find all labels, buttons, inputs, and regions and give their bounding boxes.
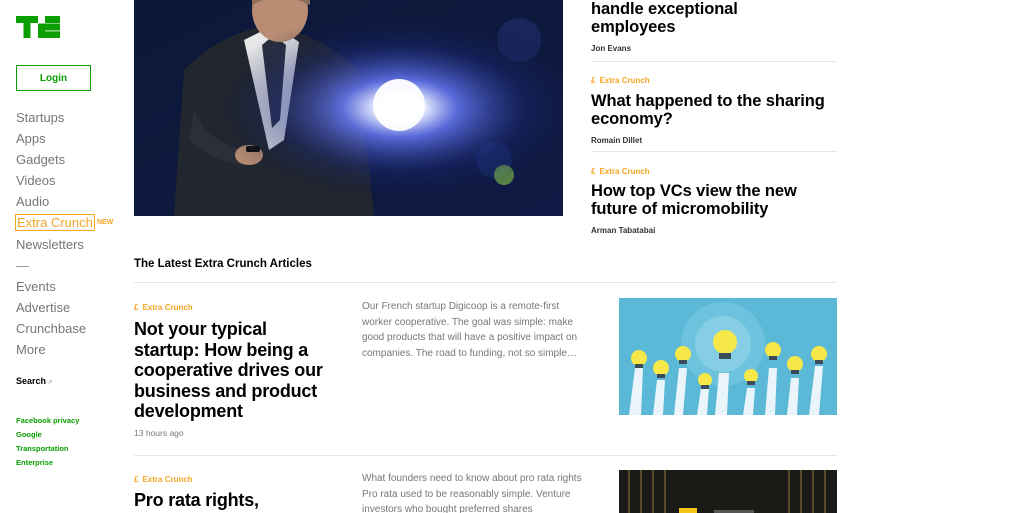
- top-story[interactable]: handle exceptional employees Jon Evans: [591, 0, 837, 53]
- nav-item-crunchbase[interactable]: Crunchbase: [16, 321, 113, 342]
- nav-item-apps[interactable]: Apps: [16, 131, 113, 152]
- nav-item-label: Newsletters: [16, 236, 84, 252]
- nav-item-label: Advertise: [16, 299, 71, 315]
- nav-item-label: Events: [16, 278, 56, 294]
- article-thumbnail[interactable]: [619, 470, 837, 513]
- trending-link[interactable]: Transportation: [16, 444, 79, 458]
- nav-item-label: Apps: [16, 131, 46, 147]
- hero-photo: [134, 0, 563, 216]
- article-thumbnail[interactable]: [619, 298, 837, 415]
- extra-crunch-icon: £: [134, 475, 139, 484]
- article-excerpt: Our French startup Digicoop is a remote-…: [362, 301, 578, 359]
- tag-label: Extra Crunch: [599, 167, 650, 176]
- lightbulb-illustration: [619, 298, 837, 415]
- trending-link[interactable]: Google: [16, 430, 79, 444]
- tag-label: Extra Crunch: [142, 475, 193, 484]
- story-headline[interactable]: handle exceptional employees: [591, 0, 781, 36]
- hero-image[interactable]: [134, 0, 563, 216]
- trending-link[interactable]: Facebook privacy: [16, 416, 79, 430]
- divider: [134, 282, 837, 283]
- search-label: Search: [16, 376, 47, 386]
- extra-crunch-icon: £: [591, 167, 596, 176]
- trending-topics: Facebook privacy Google Transportation E…: [16, 416, 79, 472]
- nav-item-label: Videos: [16, 173, 56, 189]
- article-headline[interactable]: Pro rata rights,: [134, 490, 354, 511]
- extra-crunch-icon: £: [134, 303, 139, 312]
- extra-crunch-icon: £: [591, 76, 596, 85]
- nav-item-events[interactable]: Events: [16, 279, 113, 300]
- nav-item-label: Extra Crunch: [15, 214, 95, 232]
- login-button[interactable]: Login: [16, 65, 91, 91]
- story-headline[interactable]: What happened to the sharing economy?: [591, 92, 837, 128]
- nav-item-label: Audio: [16, 194, 50, 210]
- nav-item-startups[interactable]: Startups: [16, 110, 113, 131]
- extra-crunch-tag[interactable]: £ Extra Crunch: [134, 475, 193, 484]
- sidebar-nav: Startups Apps Gadgets Videos Audio Extra…: [15, 110, 114, 363]
- divider: [591, 61, 837, 62]
- story-author[interactable]: Arman Tabatabai: [591, 226, 837, 235]
- article-headline[interactable]: Not your typical startup: How being a co…: [134, 319, 334, 422]
- nav-divider: [16, 258, 113, 279]
- nav-item-gadgets[interactable]: Gadgets: [16, 152, 113, 173]
- search-link[interactable]: Search ⌕: [16, 376, 53, 387]
- nav-item-label: Startups: [16, 110, 65, 125]
- thumbnail-image: [619, 470, 837, 513]
- divider: [134, 455, 837, 456]
- top-story[interactable]: £ Extra Crunch How top VCs view the new f…: [591, 167, 837, 235]
- extra-crunch-tag[interactable]: £ Extra Crunch: [134, 303, 193, 312]
- story-headline[interactable]: How top VCs view the new future of micro…: [591, 182, 837, 218]
- nav-item-advertise[interactable]: Advertise: [16, 300, 113, 321]
- story-author[interactable]: Jon Evans: [591, 44, 837, 53]
- new-badge: NEW: [96, 219, 114, 227]
- nav-item-audio[interactable]: Audio: [16, 194, 113, 215]
- article-time: 13 hours ago: [134, 428, 184, 438]
- nav-item-newsletters[interactable]: Newsletters: [16, 237, 113, 258]
- article-card[interactable]: £ Extra Crunch Pro rata rights, What foun…: [134, 470, 837, 513]
- extra-crunch-tag[interactable]: £ Extra Crunch: [591, 76, 837, 85]
- divider: [591, 151, 837, 152]
- trending-link[interactable]: Enterprise: [16, 458, 79, 472]
- article-excerpt: What founders need to know about pro rat…: [362, 473, 582, 513]
- nav-item-label: Crunchbase: [16, 320, 87, 336]
- tag-label: Extra Crunch: [142, 303, 193, 312]
- nav-item-label: More: [16, 341, 46, 357]
- nav-item-more[interactable]: More: [16, 342, 113, 363]
- article-card[interactable]: £ Extra Crunch Not your typical startup: …: [134, 298, 837, 453]
- section-title: The Latest Extra Crunch Articles: [134, 258, 312, 270]
- search-icon: ⌕: [48, 376, 54, 386]
- techcrunch-logo-icon[interactable]: [16, 16, 60, 38]
- nav-item-videos[interactable]: Videos: [16, 173, 113, 194]
- extra-crunch-tag[interactable]: £ Extra Crunch: [591, 167, 837, 176]
- top-story[interactable]: £ Extra Crunch What happened to the shari…: [591, 76, 837, 145]
- tag-label: Extra Crunch: [599, 76, 650, 85]
- story-author[interactable]: Romain Dillet: [591, 136, 837, 145]
- sidebar: Login Startups Apps Gadgets Videos Audio…: [0, 0, 120, 513]
- nav-item-extra-crunch[interactable]: Extra Crunch NEW: [15, 214, 114, 236]
- nav-item-label: Gadgets: [16, 152, 66, 168]
